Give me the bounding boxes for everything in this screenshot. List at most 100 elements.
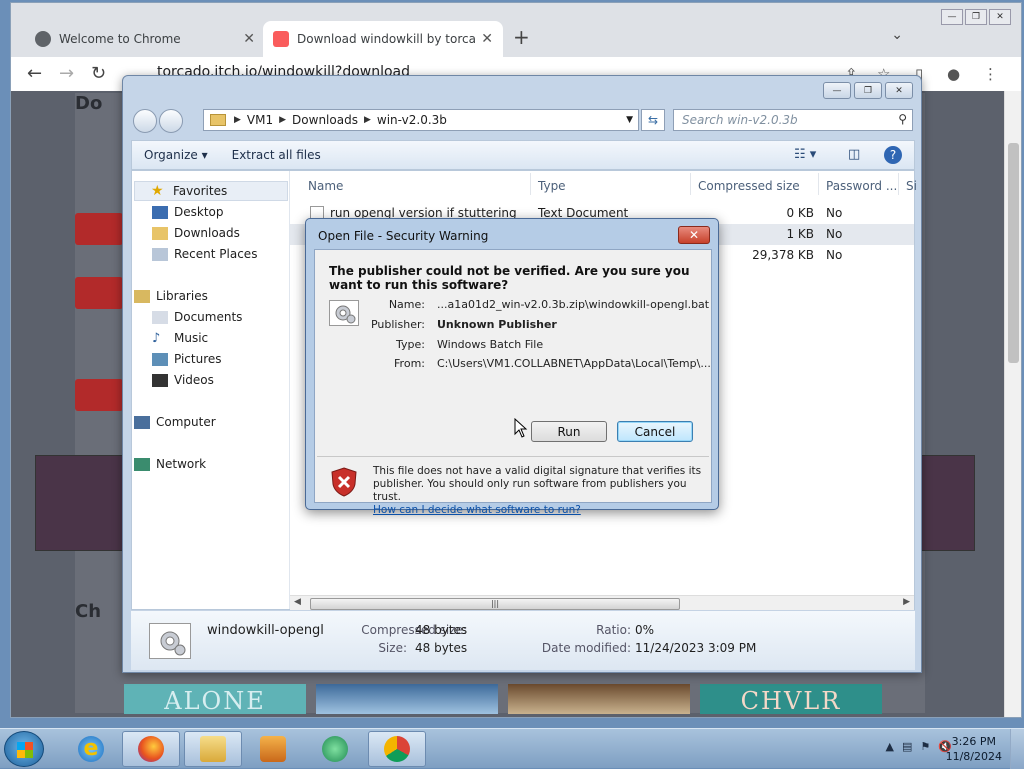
- nav-computer[interactable]: Computer: [134, 415, 216, 429]
- taskbar-internet-explorer[interactable]: e: [62, 731, 120, 767]
- chevron-down-icon[interactable]: ▼: [626, 115, 633, 125]
- view-options-icon[interactable]: ☷ ▾: [794, 147, 816, 162]
- download-button[interactable]: [75, 277, 123, 309]
- thumbnail[interactable]: [508, 684, 690, 714]
- scroll-left-icon[interactable]: ◀: [294, 597, 301, 607]
- help-link[interactable]: How can I decide what software to run?: [373, 504, 581, 516]
- preview-pane-icon[interactable]: ◫: [848, 147, 860, 162]
- close-icon[interactable]: ✕: [481, 31, 493, 47]
- close-icon[interactable]: ✕: [678, 226, 710, 244]
- taskbar-explorer[interactable]: [184, 731, 242, 767]
- tab-strip: Welcome to Chrome ✕ Download windowkill …: [11, 3, 1021, 57]
- nav-favorites[interactable]: ★ Favorites: [134, 181, 288, 201]
- nav-label: Computer: [156, 415, 216, 429]
- show-hidden-icons-icon[interactable]: ▲: [886, 740, 894, 753]
- column-header-compressed-size[interactable]: Compressed size: [698, 179, 800, 193]
- show-desktop-button[interactable]: [1010, 729, 1024, 769]
- horizontal-scrollbar[interactable]: ◀ ||| ▶: [290, 595, 914, 611]
- tab-welcome[interactable]: Welcome to Chrome ✕: [25, 21, 265, 57]
- chevron-right-icon[interactable]: ▶: [234, 115, 241, 125]
- media-player-icon: [260, 736, 286, 762]
- run-button[interactable]: Run: [531, 421, 607, 442]
- scrollbar-thumb[interactable]: |||: [310, 598, 680, 610]
- details-value: 11/24/2023 3:09 PM: [635, 641, 757, 655]
- cancel-button[interactable]: Cancel: [617, 421, 693, 442]
- thumbnail[interactable]: CHVLR: [700, 684, 882, 714]
- refresh-icon[interactable]: ⇆: [641, 109, 665, 131]
- column-divider[interactable]: [818, 173, 819, 195]
- minimize-icon[interactable]: —: [823, 82, 851, 99]
- network-tray-icon[interactable]: ▤: [902, 740, 912, 753]
- add-button[interactable]: [75, 379, 123, 411]
- nav-libraries[interactable]: Libraries: [134, 289, 208, 303]
- close-icon[interactable]: ✕: [243, 31, 255, 47]
- nav-music[interactable]: ♪ Music: [152, 331, 208, 345]
- back-icon[interactable]: [133, 109, 157, 133]
- column-divider[interactable]: [530, 173, 531, 195]
- forward-icon[interactable]: →: [59, 63, 74, 84]
- nav-videos[interactable]: Videos: [152, 373, 214, 387]
- search-input[interactable]: Search win-v2.0.3b ⚲: [673, 109, 913, 131]
- thumbnail[interactable]: [316, 684, 498, 714]
- column-header-size[interactable]: Si: [906, 179, 917, 193]
- breadcrumb-item[interactable]: VM1: [247, 113, 273, 127]
- column-divider[interactable]: [690, 173, 691, 195]
- nav-documents[interactable]: Documents: [152, 310, 242, 324]
- nav-label: Network: [156, 457, 207, 471]
- music-icon: ♪: [152, 330, 161, 346]
- taskbar-media-player[interactable]: [244, 731, 302, 767]
- chevron-down-icon[interactable]: ⌄: [891, 27, 903, 43]
- extract-all-button[interactable]: Extract all files: [220, 148, 333, 162]
- breadcrumb-item[interactable]: Downloads: [292, 113, 358, 127]
- tab-download[interactable]: Download windowkill by torcado ✕: [263, 21, 503, 57]
- column-header-name[interactable]: Name: [308, 179, 343, 193]
- maximize-icon[interactable]: ❐: [965, 9, 987, 25]
- start-button[interactable]: [4, 731, 44, 767]
- download-button[interactable]: [75, 213, 123, 245]
- chevron-right-icon[interactable]: ▶: [364, 115, 371, 125]
- nav-network[interactable]: Network: [134, 457, 206, 471]
- details-pane: windowkill-opengl Compressed size: 48 by…: [131, 610, 915, 670]
- close-icon[interactable]: ✕: [885, 82, 913, 99]
- reload-icon[interactable]: ↻: [91, 63, 106, 84]
- clock[interactable]: 3:26 PM 11/8/2024: [946, 734, 1002, 764]
- breadcrumb-item[interactable]: win-v2.0.3b: [377, 113, 447, 127]
- column-divider[interactable]: [898, 173, 899, 195]
- details-value: 48 bytes: [415, 623, 468, 637]
- back-icon[interactable]: ←: [27, 63, 42, 84]
- downloads-folder-icon: [152, 226, 168, 240]
- nav-desktop[interactable]: Desktop: [152, 205, 224, 219]
- dialog-title: Open File - Security Warning: [318, 229, 489, 243]
- page-heading: Ch: [75, 601, 102, 622]
- taskbar-chrome[interactable]: [368, 731, 426, 767]
- firefox-icon: [138, 736, 164, 762]
- help-icon[interactable]: ?: [884, 146, 902, 164]
- nav-downloads[interactable]: Downloads: [152, 226, 240, 240]
- tab-title: Download windowkill by torcado: [297, 32, 476, 46]
- scroll-right-icon[interactable]: ▶: [903, 597, 910, 607]
- new-tab-icon[interactable]: +: [513, 25, 530, 49]
- action-center-flag-icon[interactable]: ⚑: [920, 740, 930, 753]
- profile-icon[interactable]: ●: [947, 65, 960, 83]
- nav-recent-places[interactable]: Recent Places: [152, 247, 257, 261]
- breadcrumb[interactable]: ▶ VM1 ▶ Downloads ▶ win-v2.0.3b ▼: [203, 109, 639, 131]
- star-icon: ★: [151, 182, 164, 199]
- search-icon[interactable]: ⚲: [898, 112, 907, 126]
- maximize-icon[interactable]: ❐: [854, 82, 882, 99]
- column-header-password[interactable]: Password ...: [826, 179, 897, 193]
- nav-pictures[interactable]: Pictures: [152, 352, 222, 366]
- forward-icon[interactable]: [159, 109, 183, 133]
- details-label: Ratio:: [596, 623, 631, 637]
- page-scrollbar[interactable]: [1004, 91, 1021, 717]
- organize-button[interactable]: Organize ▾: [132, 148, 220, 162]
- file-password: No: [826, 206, 843, 220]
- menu-icon[interactable]: ⋮: [983, 65, 998, 83]
- taskbar-firefox[interactable]: [122, 731, 180, 767]
- minimize-icon[interactable]: —: [941, 9, 963, 25]
- taskbar-media-center[interactable]: [306, 731, 364, 767]
- chevron-right-icon[interactable]: ▶: [279, 115, 286, 125]
- scrollbar-thumb[interactable]: [1008, 143, 1019, 363]
- close-icon[interactable]: ✕: [989, 9, 1011, 25]
- column-header-type[interactable]: Type: [538, 179, 566, 193]
- thumbnail[interactable]: ALONE: [124, 684, 306, 714]
